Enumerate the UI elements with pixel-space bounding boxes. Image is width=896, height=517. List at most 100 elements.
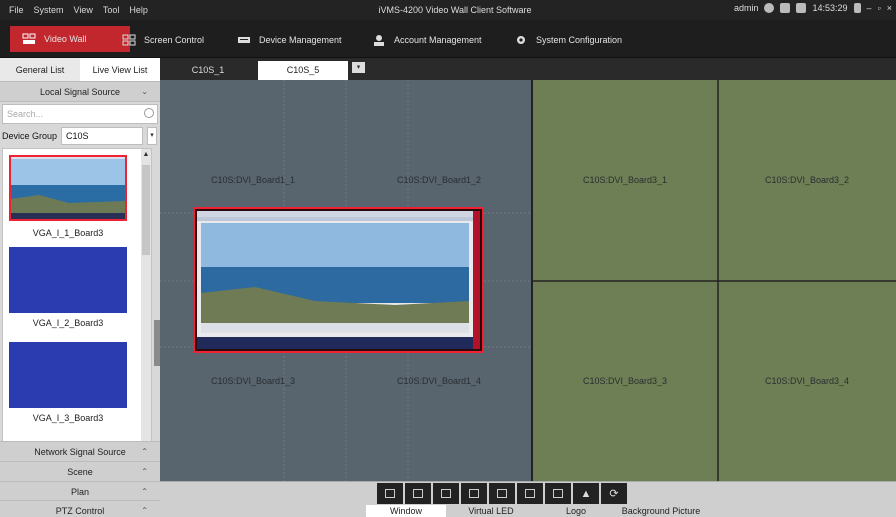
wall-cell[interactable]: C10S:DVI_Board3_2 <box>718 80 896 281</box>
nav-account-management[interactable]: Account Management <box>364 29 490 51</box>
device-group-row: Device Group C10S ▾ <box>2 126 158 146</box>
cell-label: C10S:DVI_Board3_2 <box>764 175 850 185</box>
search-icon[interactable] <box>144 108 154 118</box>
source-thumbnail <box>9 342 127 408</box>
monitor-icon[interactable] <box>780 3 791 13</box>
ptz-control-header[interactable]: PTZ Control ⌃ <box>0 500 160 517</box>
left-panel: General List Live View List Local Signal… <box>0 58 160 517</box>
menu-view[interactable]: View <box>74 5 93 15</box>
menu-file[interactable]: File <box>9 5 24 15</box>
tab-general-list[interactable]: General List <box>0 58 80 81</box>
display-icon[interactable] <box>405 483 431 504</box>
cell-label: C10S:DVI_Board3_1 <box>582 175 668 185</box>
nav-system-configuration[interactable]: System Configuration <box>506 29 630 51</box>
cell-label: C10S:DVI_Board1_4 <box>396 376 482 386</box>
menu-help[interactable]: Help <box>129 5 148 15</box>
screen-tabs: C10S_1 C10S_5 ▾ <box>160 58 896 80</box>
globe-icon[interactable] <box>764 3 775 13</box>
grid-icon[interactable] <box>517 483 543 504</box>
tab-logo[interactable]: Logo <box>536 505 616 517</box>
device-group-label: Device Group <box>2 131 58 141</box>
chevron-up-icon: ⌃ <box>141 487 148 496</box>
wall-cell[interactable]: C10S:DVI_Board3_4 <box>718 281 896 481</box>
window-status: admin 14:53:29 – ▫ × <box>734 3 892 13</box>
tab-background-picture[interactable]: Background Picture <box>616 505 706 517</box>
chevron-down-icon: ⌄ <box>141 87 148 96</box>
layout-icon[interactable] <box>489 483 515 504</box>
screen-grid-icon <box>122 34 136 46</box>
clock-time: 14:53:29 <box>812 3 848 13</box>
cell-label: C10S:DVI_Board1_3 <box>210 376 296 386</box>
source-label: VGA_I_1_Board3 <box>32 228 104 238</box>
app-title: iVMS-4200 Video Wall Client Software <box>378 5 532 15</box>
wall-cell[interactable]: C10S:DVI_Board3_3 <box>532 281 718 481</box>
scroll-up-icon[interactable]: ▲ <box>141 151 151 161</box>
dropdown-arrow-icon[interactable]: ▾ <box>147 127 158 145</box>
scene-header[interactable]: Scene ⌃ <box>0 461 160 481</box>
video-wall-canvas[interactable]: C10S:DVI_Board1_1 C10S:DVI_Board1_2 C10S… <box>160 80 896 481</box>
fullscreen-icon[interactable] <box>545 483 571 504</box>
nav-label: Account Management <box>394 35 482 45</box>
warning-icon[interactable]: ▲ <box>573 483 599 504</box>
chevron-up-icon: ⌃ <box>141 506 148 515</box>
nav-label: System Configuration <box>536 35 623 45</box>
search-placeholder: Search... <box>7 109 44 119</box>
cell-label: C10S:DVI_Board1_1 <box>210 175 296 185</box>
video-window[interactable] <box>193 207 484 353</box>
source-item[interactable]: VGA_I_2_Board3 <box>9 247 127 328</box>
scroll-thumb[interactable] <box>142 165 150 255</box>
device-group-select[interactable]: C10S <box>61 127 144 145</box>
section-title: PTZ Control <box>55 506 105 516</box>
section-title: Local Signal Source <box>39 87 121 97</box>
local-signal-source-header[interactable]: Local Signal Source ⌄ <box>0 82 160 102</box>
nav-screen-control[interactable]: Screen Control <box>114 29 212 51</box>
source-label: VGA_I_3_Board3 <box>32 413 104 423</box>
calendar-icon <box>796 3 807 13</box>
gear-icon <box>517 36 525 44</box>
refresh-icon[interactable]: ⟳ <box>601 483 627 504</box>
window-preview <box>195 209 482 351</box>
tab-live-view-list[interactable]: Live View List <box>80 58 160 81</box>
section-title: Network Signal Source <box>34 447 126 457</box>
section-title: Plan <box>70 487 89 497</box>
wall-cell[interactable]: C10S:DVI_Board3_1 <box>532 80 718 281</box>
source-thumbnail <box>9 155 127 221</box>
video-wall-icon <box>22 33 36 44</box>
module-nav: Video Wall Screen Control Device Managem… <box>0 20 896 58</box>
cell-label: C10S:DVI_Board1_2 <box>396 175 482 185</box>
open-window-icon[interactable] <box>377 483 403 504</box>
source-thumbnail <box>9 247 127 313</box>
cell-label: C10S:DVI_Board3_3 <box>582 376 668 386</box>
title-bar: File System View Tool Help iVMS-4200 Vid… <box>0 0 896 20</box>
menu-system[interactable]: System <box>34 5 64 15</box>
nav-video-wall[interactable]: Video Wall <box>10 26 130 52</box>
close-icon[interactable]: × <box>887 3 892 13</box>
cell-label: C10S:DVI_Board3_4 <box>764 376 850 386</box>
chevron-up-icon: ⌃ <box>141 447 148 456</box>
split-icon[interactable] <box>461 483 487 504</box>
username[interactable]: admin <box>734 3 759 13</box>
tab-c10s-5[interactable]: C10S_5 <box>258 61 348 80</box>
window-tools: ▲ ⟳ <box>377 483 627 505</box>
roam-icon[interactable] <box>433 483 459 504</box>
menu-tool[interactable]: Tool <box>103 5 120 15</box>
nav-label: Screen Control <box>144 35 205 45</box>
network-signal-source-header[interactable]: Network Signal Source ⌃ <box>0 441 160 461</box>
lock-icon[interactable] <box>853 3 861 13</box>
source-item[interactable]: VGA_I_1_Board3 <box>9 155 127 238</box>
device-icon <box>238 37 250 43</box>
plan-header[interactable]: Plan ⌃ <box>0 481 160 501</box>
maximize-icon[interactable]: ▫ <box>878 3 881 13</box>
minimize-icon[interactable]: – <box>867 3 872 13</box>
tab-c10s-1[interactable]: C10S_1 <box>180 61 236 80</box>
source-item[interactable]: VGA_I_3_Board3 <box>9 342 127 423</box>
tab-window[interactable]: Window <box>366 505 446 517</box>
nav-device-management[interactable]: Device Management <box>229 29 350 51</box>
bottom-tabs: Window Virtual LED Logo Background Pictu… <box>366 505 706 517</box>
tab-dropdown-icon[interactable]: ▾ <box>352 62 365 73</box>
tab-virtual-led[interactable]: Virtual LED <box>446 505 536 517</box>
section-title: Scene <box>67 467 93 477</box>
source-label: VGA_I_2_Board3 <box>32 318 104 328</box>
search-input[interactable]: Search... <box>2 104 158 124</box>
nav-label: Device Management <box>259 35 342 45</box>
